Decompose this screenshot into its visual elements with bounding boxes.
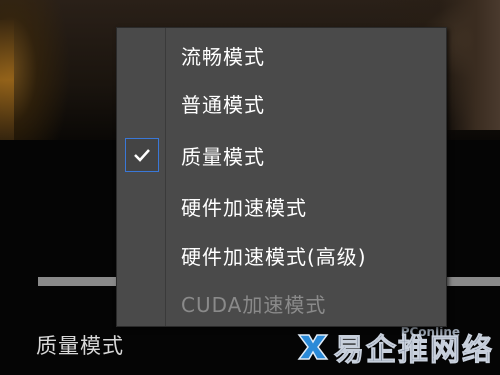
watermark: 易企推网络	[296, 325, 494, 369]
check-slot	[125, 286, 159, 320]
menu-item-cuda-accel-mode: CUDA加速模式	[117, 280, 446, 326]
check-slot	[125, 86, 159, 120]
video-player-screen: 质量模式 PConline 易企推网络 流畅模式 普通模式 质量模式 硬件加速模…	[0, 0, 500, 375]
menu-item-label: 普通模式	[181, 92, 265, 117]
menu-item-label: 质量模式	[181, 144, 265, 169]
menu-item-normal-mode[interactable]: 普通模式	[117, 80, 446, 126]
check-slot	[125, 189, 159, 223]
check-slot	[125, 238, 159, 272]
menu-item-label: 硬件加速模式(高级)	[181, 244, 367, 269]
video-frame-left-light	[0, 20, 14, 140]
menu-item-hardware-accel-mode[interactable]: 硬件加速模式	[117, 183, 446, 229]
check-icon	[134, 149, 150, 162]
quality-mode-menu: 流畅模式 普通模式 质量模式 硬件加速模式 硬件加速模式(高级) CUDA加速模…	[116, 27, 447, 327]
menu-item-label: 流畅模式	[181, 44, 265, 69]
menu-item-label: CUDA加速模式	[181, 292, 327, 317]
watermark-text: 易企推网络	[334, 333, 494, 369]
cross-logo-icon	[297, 334, 329, 360]
video-frame-right	[440, 0, 500, 130]
check-slot	[125, 38, 159, 72]
menu-item-quality-mode[interactable]: 质量模式	[117, 132, 446, 178]
menu-item-label: 硬件加速模式	[181, 195, 307, 220]
menu-item-smooth-mode[interactable]: 流畅模式	[117, 32, 446, 78]
menu-item-hardware-accel-advanced-mode[interactable]: 硬件加速模式(高级)	[117, 232, 446, 278]
current-mode-label[interactable]: 质量模式	[36, 330, 124, 360]
check-slot-checked	[125, 138, 159, 172]
